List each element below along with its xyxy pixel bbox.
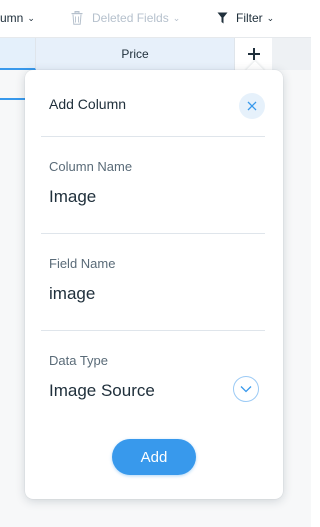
- trash-icon: [71, 11, 83, 25]
- column-menu-button[interactable]: umn ⌄: [0, 11, 35, 25]
- data-type-select[interactable]: Image Source: [49, 381, 155, 401]
- deleted-fields-label: Deleted Fields: [92, 11, 169, 25]
- divider: [41, 330, 265, 331]
- plus-icon: [247, 48, 260, 60]
- column-header-label: Price: [121, 47, 149, 61]
- app-stage: umn ⌄ Deleted Fields ⌄ Filter ⌄ Price Ad…: [0, 0, 311, 527]
- table-toolbar: umn ⌄ Deleted Fields ⌄ Filter ⌄: [0, 0, 311, 38]
- column-header-price[interactable]: Price: [36, 38, 235, 70]
- close-button[interactable]: [239, 93, 265, 119]
- column-header-selected[interactable]: [0, 38, 36, 70]
- selected-row-indicator: [0, 98, 26, 100]
- add-column-popover: Add Column Column Name Image Field Name …: [25, 70, 283, 499]
- divider: [41, 233, 265, 234]
- field-name-input[interactable]: image: [49, 284, 95, 304]
- filter-label: Filter: [236, 11, 263, 25]
- add-button[interactable]: Add: [112, 439, 196, 475]
- filter-icon: [217, 12, 228, 24]
- chevron-down-icon: ⌄: [172, 12, 181, 23]
- field-name-label: Field Name: [49, 256, 116, 271]
- column-name-input[interactable]: Image: [49, 187, 96, 207]
- filter-button[interactable]: Filter ⌄: [217, 11, 274, 25]
- data-type-label: Data Type: [49, 353, 109, 368]
- divider: [41, 136, 265, 137]
- chevron-down-icon: [240, 386, 252, 393]
- column-header-row: Price: [0, 38, 311, 70]
- close-icon: [247, 101, 257, 111]
- data-type-dropdown-button[interactable]: [233, 376, 259, 402]
- column-header-empty: [272, 38, 311, 70]
- column-name-label: Column Name: [49, 159, 133, 174]
- chevron-down-icon: ⌄: [27, 12, 35, 23]
- chevron-down-icon: ⌄: [266, 12, 275, 23]
- column-menu-label: umn: [0, 11, 24, 25]
- popover-title: Add Column: [49, 96, 127, 112]
- deleted-fields-button[interactable]: Deleted Fields ⌄: [71, 11, 180, 25]
